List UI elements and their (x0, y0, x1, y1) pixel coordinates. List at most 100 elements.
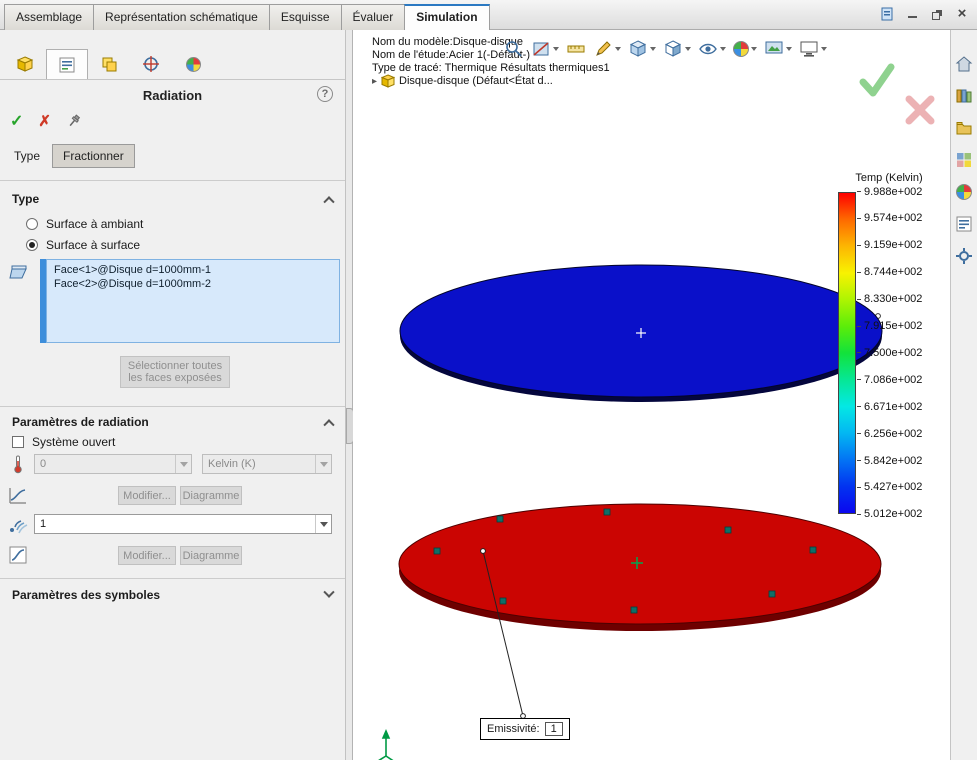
tab-type[interactable]: Type (8, 145, 46, 167)
dimxpertmanager-tab[interactable] (130, 49, 172, 79)
radio-checked-icon (26, 239, 38, 251)
command-manager-tabbar: Assemblage Représentation schématique Es… (0, 0, 977, 30)
design-library-icon[interactable] (954, 86, 974, 106)
legend-value: 9.159e+002 (857, 239, 922, 251)
chevron-down-icon (315, 455, 331, 473)
legend-value: 5.012e+002 (857, 508, 922, 520)
faces-selection-box[interactable]: Face<1>@Disque d=1000mm-1 Face<2>@Disque… (40, 259, 340, 343)
radio-surface-ambient-label: Surface à ambiant (46, 217, 144, 231)
custom-properties-icon[interactable] (954, 214, 974, 234)
featuremanager-tab[interactable] (4, 49, 46, 79)
tree-root-label[interactable]: Disque-disque (Défaut<État d... (399, 75, 553, 87)
display-manager-ball-icon (185, 56, 201, 72)
legend-value: 8.330e+002 (857, 293, 922, 305)
modify-temp-curve-button: Modifier... (118, 486, 176, 505)
view-orientation-button[interactable] (627, 38, 657, 60)
view-cube-icon (629, 40, 647, 57)
pin-icon[interactable] (66, 113, 82, 129)
view-palette-icon[interactable] (954, 150, 974, 170)
zoom-fit-button[interactable] (503, 38, 525, 60)
measure-button[interactable] (565, 38, 587, 60)
tab-evaluer[interactable]: Évaluer (340, 4, 406, 30)
close-button[interactable]: × (955, 6, 969, 21)
displaymanager-tab[interactable] (172, 49, 214, 79)
annotations-button[interactable] (592, 38, 622, 60)
graph-icon (8, 545, 28, 565)
face-select-icon (8, 262, 30, 284)
confirm-cancel-button[interactable] (904, 94, 936, 129)
help-icon[interactable]: ? (317, 86, 333, 102)
list-item[interactable]: Face<1>@Disque d=1000mm-1 (52, 263, 334, 277)
property-manager-panel: Radiation ? ✓ ✗ Type Fractionner Type Su… (0, 30, 345, 760)
radiation-params-label: Paramètres de radiation (12, 415, 149, 429)
minimize-button[interactable] (905, 7, 919, 21)
file-explorer-icon[interactable] (954, 118, 974, 138)
faces-list[interactable]: Face<1>@Disque d=1000mm-1 Face<2>@Disque… (46, 259, 340, 343)
tab-simulation[interactable]: Simulation (404, 4, 490, 30)
cancel-button[interactable]: ✗ (38, 112, 51, 130)
legend-value: 7.915e+002 (857, 320, 922, 332)
confirm-ok-button[interactable] (858, 62, 896, 101)
legend-gradient (838, 192, 856, 514)
legend-value: 5.842e+002 (857, 455, 922, 467)
restore-button[interactable] (930, 7, 944, 21)
configurationmanager-tab[interactable] (88, 49, 130, 79)
view-factor-combo[interactable]: 1 (34, 514, 332, 534)
restore-icon (931, 11, 940, 20)
chevron-down-icon (650, 47, 656, 51)
expand-arrow-icon[interactable]: ▸ (372, 76, 377, 87)
emissivity-value-field[interactable]: 1 (544, 722, 563, 736)
legend-value: 7.500e+002 (857, 347, 922, 359)
legend-value: 7.086e+002 (857, 374, 922, 386)
feature-tree-icon (16, 56, 34, 72)
legend-value: 9.988e+002 (857, 186, 922, 198)
propertymanager-tab[interactable] (46, 49, 88, 79)
mode-tabs: Type Fractionner (8, 144, 135, 168)
window-controls: × (880, 6, 969, 21)
radio-surface-surface[interactable]: Surface à surface (26, 237, 140, 253)
legend-value: 9.574e+002 (857, 212, 922, 224)
divider (0, 578, 345, 579)
section-view-icon (533, 42, 549, 56)
edit-appearance-button[interactable] (732, 40, 758, 58)
graphics-viewport[interactable]: Nom du modèle:Disque-disque Nom de l'étu… (353, 30, 950, 760)
panel-actions: ✓ ✗ (10, 112, 82, 130)
radiation-params-section-header[interactable]: Paramètres de radiation (0, 411, 345, 433)
legend-labels: 9.988e+002 9.574e+002 9.159e+002 8.744e+… (857, 186, 922, 521)
checkbox-icon[interactable] (12, 436, 24, 448)
section-view-button[interactable] (530, 38, 560, 60)
tab-representation-schematique[interactable]: Représentation schématique (93, 4, 270, 30)
disk-bottom-face[interactable] (398, 503, 882, 625)
type-section-header[interactable]: Type (0, 188, 345, 210)
appearances-icon[interactable] (954, 182, 974, 202)
chevron-down-icon (821, 47, 827, 51)
emissivity-callout[interactable]: Emissivité: 1 (480, 718, 570, 740)
chevron-down-icon (751, 47, 757, 51)
display-style-button[interactable] (662, 38, 692, 60)
chevron-down-icon (615, 47, 621, 51)
panel-splitter[interactable] (345, 30, 354, 760)
origin-triad-icon (378, 728, 394, 760)
home-icon[interactable] (954, 54, 974, 74)
settings-gear-icon[interactable] (954, 246, 974, 266)
open-system-checkbox-row[interactable]: Système ouvert (12, 434, 115, 450)
ok-button[interactable]: ✓ (10, 111, 23, 131)
chevron-down-icon (175, 455, 191, 473)
tab-fractionner[interactable]: Fractionner (52, 144, 135, 168)
command-tabs: Assemblage Représentation schématique Es… (4, 4, 490, 30)
radio-surface-ambient[interactable]: Surface à ambiant (26, 216, 143, 232)
symbol-params-section-header[interactable]: Paramètres des symboles (0, 584, 345, 606)
tab-assemblage[interactable]: Assemblage (4, 4, 95, 30)
legend-value: 6.256e+002 (857, 428, 922, 440)
apply-scene-button[interactable] (763, 38, 793, 60)
magnifier-icon (506, 41, 522, 57)
select-all-exposed-faces-button: Sélectionner toutes les faces exposées (120, 356, 230, 388)
tab-esquisse[interactable]: Esquisse (268, 4, 342, 30)
temperature-unit-combo: Kelvin (K) (202, 454, 332, 474)
flyout-tree-root[interactable]: ▸ Disque-disque (Défaut<État d... (372, 74, 553, 88)
legend-value: 8.744e+002 (857, 266, 922, 278)
view-settings-button[interactable] (798, 38, 828, 60)
hide-show-items-button[interactable] (697, 38, 727, 60)
list-item[interactable]: Face<2>@Disque d=1000mm-2 (52, 277, 334, 291)
big-x-icon (905, 95, 935, 125)
